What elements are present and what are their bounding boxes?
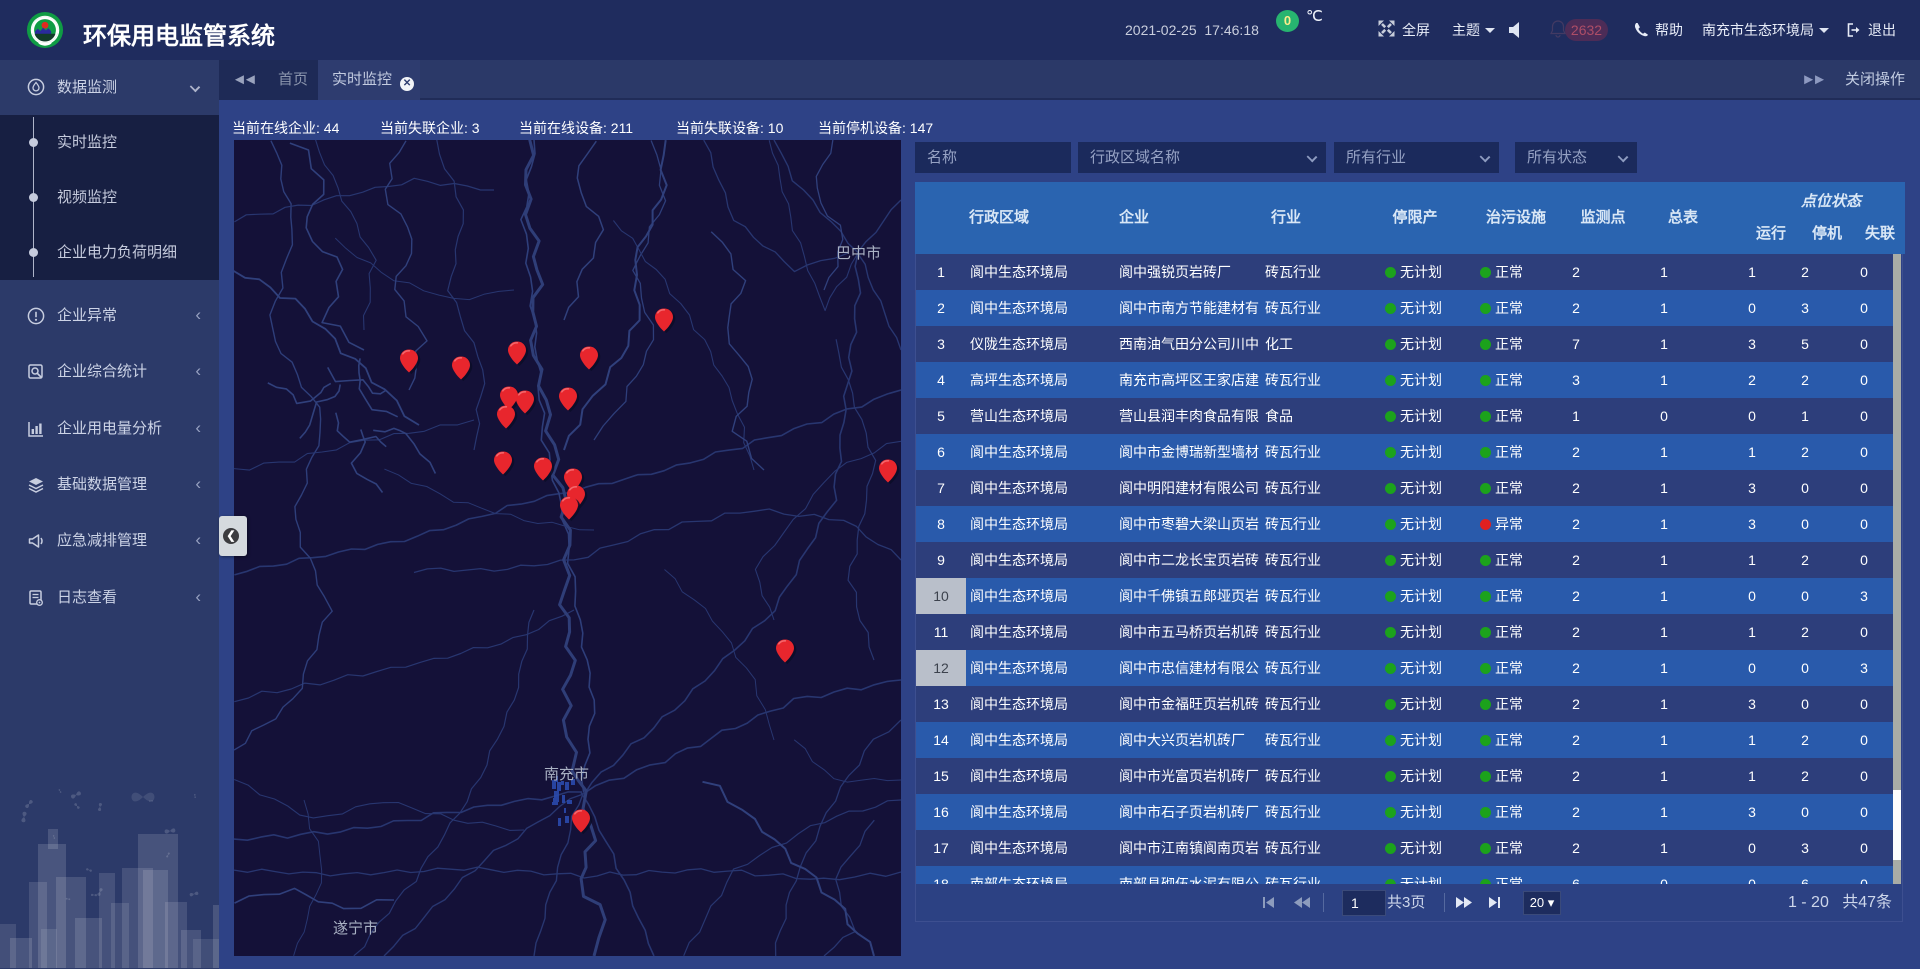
svg-text:南充市: 南充市 xyxy=(544,766,589,783)
svg-text:巴中市: 巴中市 xyxy=(836,245,881,262)
svg-text:遂宁市: 遂宁市 xyxy=(333,920,378,937)
